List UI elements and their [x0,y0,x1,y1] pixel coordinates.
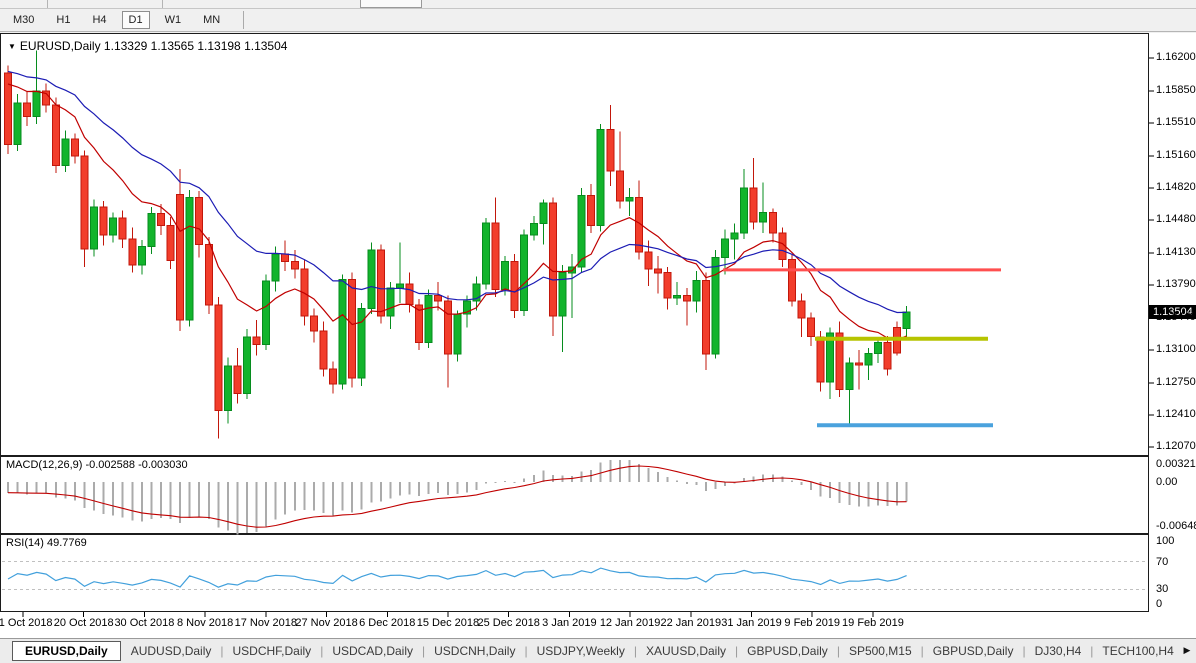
tab-separator: | [220,644,223,658]
rsi-axis-label: 70 [1156,556,1168,568]
timeframe-button-h4[interactable]: H4 [85,11,113,29]
tab-separator: | [921,644,924,658]
rsi-axis-label: 100 [1156,535,1174,547]
toolbar-separator [243,11,244,29]
toolbar-button-edge [360,0,422,8]
chart-tab-bar: EURUSD,Daily AUDUSD,Daily | USDCHF,Daily | US… [0,638,1196,663]
price-axis-label: 1.14820 [1156,181,1196,193]
price-axis-label: 1.15510 [1156,116,1196,128]
rsi-indicator-label: RSI(14) 49.7769 [6,537,87,549]
tab-separator: | [422,644,425,658]
price-axis-label: 1.16200 [1156,51,1196,63]
rsi-axis-label: 30 [1156,583,1168,595]
timeframe-toolbar: M30 H1 H4 D1 W1 MN [0,9,1196,32]
macd-axis-label: 0.00 [1156,476,1177,488]
rsi-indicator-panel[interactable] [0,534,1149,612]
tab-separator: | [524,644,527,658]
chart-tab-usdchf[interactable]: USDCHF,Daily [233,644,312,658]
rsi-axis-label: 0 [1156,598,1162,610]
price-axis-label: 1.13100 [1156,343,1196,355]
chart-tab-gbpusd[interactable]: GBPUSD,Daily [747,644,828,658]
tab-separator: | [837,644,840,658]
chart-tab-audusd[interactable]: AUDUSD,Daily [131,644,212,658]
tab-separator: | [1022,644,1025,658]
tab-scroll-right-arrow[interactable]: ▶ [1180,640,1194,661]
top-toolbar-partial [0,0,1196,9]
chart-title: ▼ EURUSD,Daily 1.13329 1.13565 1.13198 1.… [8,39,287,53]
tab-separator: | [634,644,637,658]
price-axis-label: 1.12750 [1156,376,1196,388]
price-axis-label: 1.13440 [1156,311,1196,323]
price-axis-label: 1.15850 [1156,84,1196,96]
tab-separator: | [735,644,738,658]
chevron-down-icon[interactable]: ▼ [8,42,16,51]
price-axis-label: 1.14130 [1156,246,1196,258]
tab-separator: | [320,644,323,658]
macd-axis-label: -0.006485 [1156,520,1196,532]
chart-tab-usdjpy[interactable]: USDJPY,Weekly [537,644,625,658]
date-axis-label: 19 Feb 2019 [828,617,918,629]
price-axis-label: 1.15160 [1156,149,1196,161]
macd-indicator-label: MACD(12,26,9) -0.002588 -0.003030 [6,459,188,471]
macd-axis-label: 0.003216 [1156,458,1196,470]
toolbar-separator [162,0,163,8]
chart-tab-tech100[interactable]: TECH100,H4 [1102,644,1173,658]
tab-separator: | [1090,644,1093,658]
trading-terminal-window: M30 H1 H4 D1 W1 MN ▼ EURUSD,Daily 1.13329 1.13… [0,0,1196,663]
chart-tab-usdcnh[interactable]: USDCNH,Daily [434,644,515,658]
chart-tab-sp500[interactable]: SP500,M15 [849,644,912,658]
timeframe-button-w1[interactable]: W1 [158,11,189,29]
price-axis-label: 1.14480 [1156,213,1196,225]
timeframe-button-d1[interactable]: D1 [122,11,150,29]
chart-tab-usdcad[interactable]: USDCAD,Daily [332,644,413,658]
chart-tab-gbpusd[interactable]: GBPUSD,Daily [933,644,1014,658]
timeframe-button-h1[interactable]: H1 [49,11,77,29]
price-axis-label: 1.13790 [1156,278,1196,290]
chart-tab-eurusd-active[interactable]: EURUSD,Daily [12,641,121,661]
chart-tab-dj30[interactable]: DJ30,H4 [1035,644,1082,658]
timeframe-button-m30[interactable]: M30 [6,11,41,29]
timeframe-button-mn[interactable]: MN [196,11,227,29]
chart-title-text: EURUSD,Daily 1.13329 1.13565 1.13198 1.1… [20,39,288,53]
price-axis-label: 1.12070 [1156,440,1196,452]
price-chart-panel[interactable] [0,33,1149,456]
price-axis-label: 1.12410 [1156,408,1196,420]
toolbar-separator [47,0,48,8]
chart-tab-xauusd[interactable]: XAUUSD,Daily [646,644,726,658]
